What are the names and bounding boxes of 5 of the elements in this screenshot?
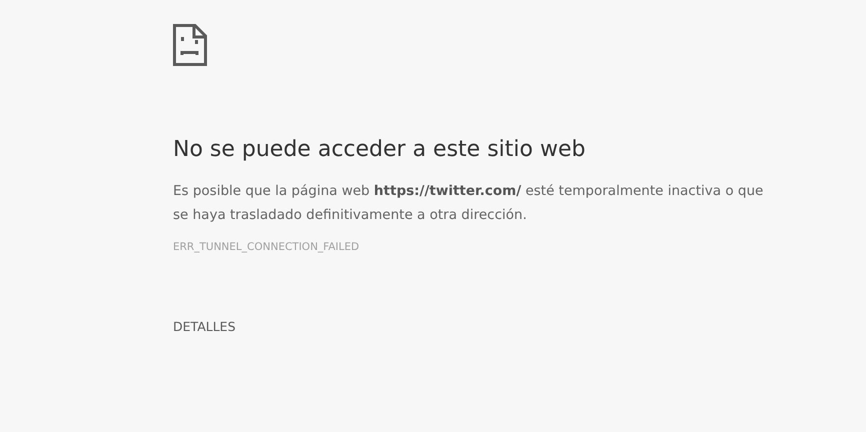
details-button[interactable]: DETALLES bbox=[173, 319, 236, 335]
error-code: ERR_TUNNEL_CONNECTION_FAILED bbox=[173, 240, 360, 254]
error-title: No se puede acceder a este sitio web bbox=[173, 136, 586, 164]
error-message: Es posible que la página web https://twitter.com/ esté temporalmente inactiva o que se haya trasladado definitivamente a otra dirección. bbox=[173, 182, 764, 225]
sad-document-icon bbox=[173, 24, 207, 66]
